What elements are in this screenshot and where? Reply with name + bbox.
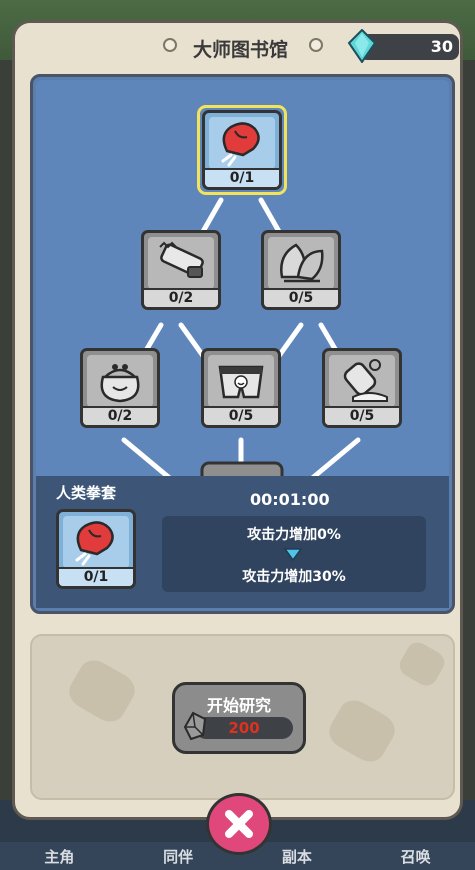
nav-item-hero[interactable]: 主角 [14,846,104,867]
folding-fan-icon [268,237,334,289]
coin-pouch-icon [87,355,153,407]
node-card: 0/1 [56,509,136,589]
skill-name: 人类拳套 [56,484,117,502]
research-cost: 200 [228,719,260,737]
nav-item-dungeon[interactable]: 副本 [252,846,342,867]
skill-card: 0/1 [56,509,136,599]
node-card: 0/2 [80,348,160,428]
boxing-glove-icon [63,516,129,568]
chainsaw-icon [148,237,214,289]
node-card: 0/2 [141,230,221,310]
nav-item-summon[interactable]: 召唤 [371,846,461,867]
effect-current: 攻击力增加0% [247,527,341,543]
spilled-bottle-icon [329,355,395,407]
skill-card-count: 0/1 [83,569,109,585]
effect-description: 攻击力增加0% 攻击力增加30% [162,516,426,592]
crystal-icon [183,711,207,741]
arrow-down-icon [283,548,303,561]
title-decoration-right [309,38,323,52]
page-title: 大师图书馆 [193,39,289,61]
effect-next: 攻击力增加30% [242,569,346,585]
node-count: 0/2 [168,290,194,306]
start-research-button[interactable]: 开始研究 200 [172,682,306,754]
node-folding-fan[interactable]: 0/5 [261,230,341,318]
node-card: 0/5 [261,230,341,310]
gem-icon [347,29,377,63]
node-card: 0/5 [322,348,402,428]
close-button[interactable] [206,793,272,855]
research-timer: 00:01:00 [250,490,330,509]
node-count: 0/5 [288,290,314,306]
node-boxing-glove[interactable]: 0/1 [197,105,287,198]
skill-info-box: 人类拳套 00:01:00 0/1 攻击力增加0% 攻击力增加30% [36,476,449,608]
node-chainsaw[interactable]: 0/2 [141,230,221,318]
node-count: 0/5 [228,408,254,424]
node-smiley-shorts[interactable]: 0/5 [201,348,281,436]
node-card: 0/5 [201,348,281,428]
node-card: 0/1 [202,110,282,190]
close-icon [225,810,253,838]
nav-item-partner[interactable]: 同伴 [133,846,223,867]
cost-bar: 200 [195,717,293,739]
title-bar: 大师图书馆 30 [15,23,460,73]
node-spilled-bottle[interactable]: 0/5 [322,348,402,436]
node-count: 0/2 [107,408,133,424]
smiley-shorts-icon [208,355,274,407]
node-count: 0/5 [349,408,375,424]
node-coin-pouch[interactable]: 0/2 [80,348,160,436]
boxing-glove-icon [209,117,275,169]
node-count: 0/1 [229,170,255,186]
title-decoration-left [163,38,177,52]
